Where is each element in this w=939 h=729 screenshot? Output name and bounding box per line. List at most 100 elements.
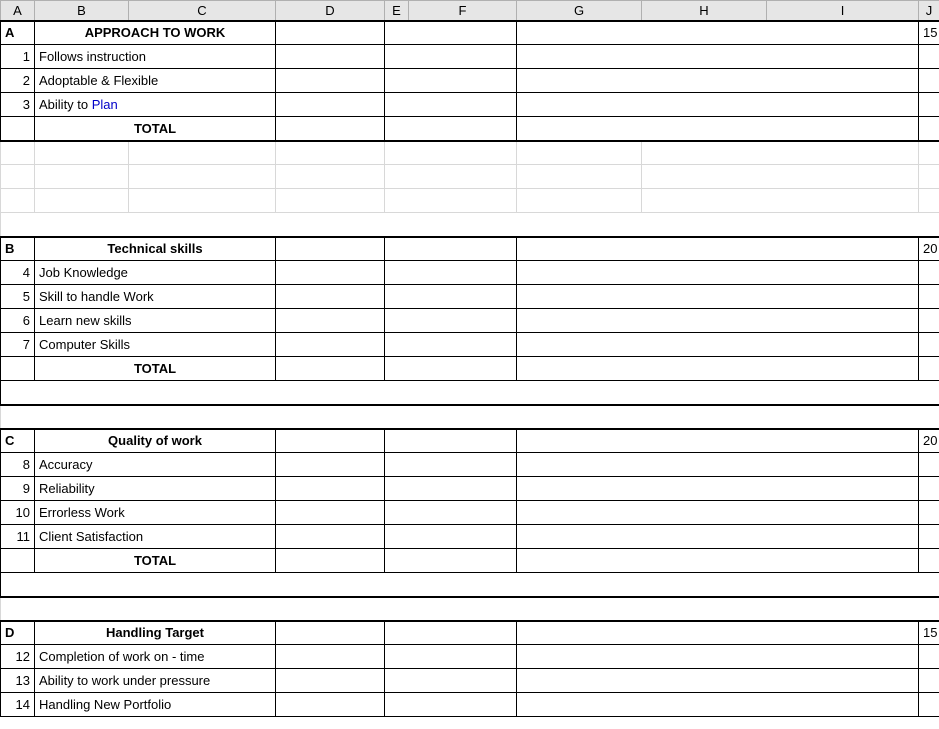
cell[interactable] <box>517 93 919 117</box>
cell[interactable] <box>1 405 939 429</box>
item-text[interactable]: Follows instruction <box>35 45 276 69</box>
cell[interactable] <box>385 141 517 165</box>
col-header-F[interactable]: F <box>409 1 517 21</box>
col-header-H[interactable]: H <box>642 1 767 21</box>
cell[interactable] <box>919 525 939 549</box>
item-num[interactable]: 8 <box>1 453 35 477</box>
cell[interactable] <box>1 117 35 141</box>
cell[interactable] <box>517 261 919 285</box>
section-score[interactable]: 15 <box>919 621 939 645</box>
cell[interactable] <box>35 141 129 165</box>
cell[interactable] <box>517 453 919 477</box>
cell[interactable] <box>1 141 35 165</box>
cell[interactable] <box>517 477 919 501</box>
cell[interactable] <box>276 117 385 141</box>
cell[interactable] <box>517 141 642 165</box>
section-title[interactable]: Handling Target <box>35 621 276 645</box>
total-label[interactable]: TOTAL <box>35 549 276 573</box>
cell[interactable] <box>642 141 919 165</box>
item-text[interactable]: Errorless Work <box>35 501 276 525</box>
cell[interactable] <box>385 477 517 501</box>
cell[interactable] <box>385 429 517 453</box>
cell[interactable] <box>385 501 517 525</box>
section-letter[interactable]: B <box>1 237 35 261</box>
cell[interactable] <box>276 645 385 669</box>
cell[interactable] <box>919 165 939 189</box>
cell[interactable] <box>385 669 517 693</box>
section-letter[interactable]: C <box>1 429 35 453</box>
cell[interactable] <box>385 621 517 645</box>
cell[interactable] <box>1 189 35 213</box>
cell[interactable] <box>517 693 919 717</box>
cell[interactable] <box>517 189 642 213</box>
section-score[interactable]: 20 <box>919 429 939 453</box>
cell[interactable] <box>276 45 385 69</box>
cell[interactable] <box>517 45 919 69</box>
cell[interactable] <box>385 333 517 357</box>
cell[interactable] <box>276 189 385 213</box>
cell[interactable] <box>919 549 939 573</box>
item-text[interactable]: Learn new skills <box>35 309 276 333</box>
col-header-A[interactable]: A <box>1 1 35 21</box>
cell[interactable] <box>385 69 517 93</box>
cell[interactable] <box>1 213 939 237</box>
cell[interactable] <box>385 189 517 213</box>
cell[interactable] <box>385 525 517 549</box>
item-num[interactable]: 9 <box>1 477 35 501</box>
cell[interactable] <box>385 93 517 117</box>
cell[interactable] <box>276 669 385 693</box>
cell[interactable] <box>919 501 939 525</box>
item-text[interactable]: Handling New Portfolio <box>35 693 276 717</box>
cell[interactable] <box>517 165 642 189</box>
cell[interactable] <box>385 285 517 309</box>
col-header-D[interactable]: D <box>276 1 385 21</box>
cell[interactable] <box>129 165 276 189</box>
cell[interactable] <box>919 333 939 357</box>
col-header-C[interactable]: C <box>129 1 276 21</box>
section-title[interactable]: APPROACH TO WORK <box>35 21 276 45</box>
cell[interactable] <box>385 357 517 381</box>
cell[interactable] <box>642 189 919 213</box>
cell[interactable] <box>919 141 939 165</box>
cell[interactable] <box>919 93 939 117</box>
cell[interactable] <box>517 333 919 357</box>
col-header-J[interactable]: J <box>919 1 939 21</box>
cell[interactable] <box>276 237 385 261</box>
item-num[interactable]: 2 <box>1 69 35 93</box>
item-num[interactable]: 11 <box>1 525 35 549</box>
cell[interactable] <box>276 501 385 525</box>
cell[interactable] <box>35 189 129 213</box>
section-score[interactable]: 15 <box>919 21 939 45</box>
cell[interactable] <box>919 45 939 69</box>
cell[interactable] <box>517 501 919 525</box>
item-num[interactable]: 5 <box>1 285 35 309</box>
cell[interactable] <box>276 333 385 357</box>
item-num[interactable]: 4 <box>1 261 35 285</box>
item-text[interactable]: Skill to handle Work <box>35 285 276 309</box>
cell[interactable] <box>276 93 385 117</box>
cell[interactable] <box>276 21 385 45</box>
cell[interactable] <box>919 477 939 501</box>
item-text[interactable]: Completion of work on - time <box>35 645 276 669</box>
cell[interactable] <box>919 693 939 717</box>
cell[interactable] <box>919 117 939 141</box>
cell[interactable] <box>517 21 919 45</box>
item-text-link[interactable]: Plan <box>92 97 118 112</box>
cell[interactable] <box>276 69 385 93</box>
item-text[interactable]: Reliability <box>35 477 276 501</box>
cell[interactable] <box>517 69 919 93</box>
cell[interactable] <box>1 597 939 621</box>
cell[interactable] <box>276 453 385 477</box>
total-label[interactable]: TOTAL <box>35 357 276 381</box>
cell[interactable] <box>276 477 385 501</box>
section-score[interactable]: 20 <box>919 237 939 261</box>
cell[interactable] <box>919 285 939 309</box>
cell[interactable] <box>385 237 517 261</box>
cell[interactable] <box>517 669 919 693</box>
cell[interactable] <box>385 261 517 285</box>
cell[interactable] <box>129 141 276 165</box>
section-letter[interactable]: A <box>1 21 35 45</box>
cell[interactable] <box>517 549 919 573</box>
item-num[interactable]: 6 <box>1 309 35 333</box>
col-header-G[interactable]: G <box>517 1 642 21</box>
